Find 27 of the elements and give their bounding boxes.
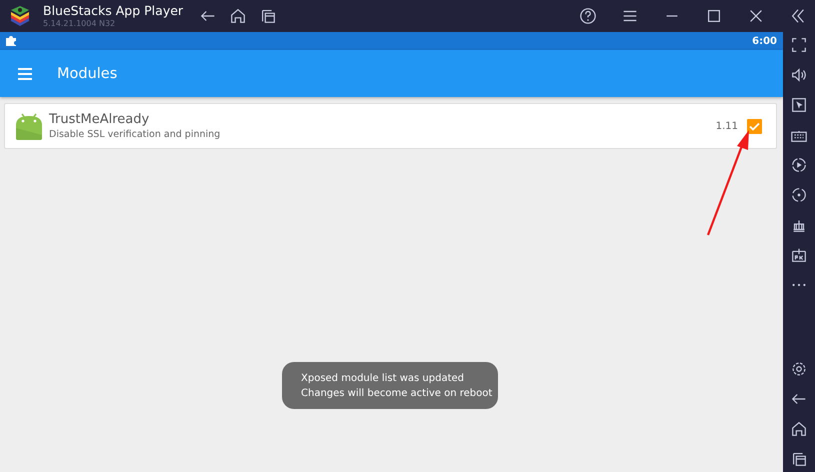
recent-apps-icon[interactable] <box>259 7 277 25</box>
checkbox[interactable] <box>747 118 762 134</box>
toast-message: Xposed module list was updated <box>301 372 466 386</box>
module-description: Disable SSL verification and pinning <box>49 128 222 141</box>
recent-apps-icon[interactable] <box>790 450 808 468</box>
pointer-icon[interactable] <box>790 96 808 114</box>
play-icon[interactable] <box>790 156 808 174</box>
apk-install-icon[interactable] <box>790 246 808 264</box>
window-title: BlueStacks App Player <box>43 3 184 18</box>
fullscreen-icon[interactable] <box>790 36 808 54</box>
maximize-icon[interactable] <box>705 7 723 25</box>
module-version: 1.11 <box>716 120 738 132</box>
app-bar-title: Modules <box>57 66 118 82</box>
version-label: 5.14.21.1004 N32 <box>43 18 116 29</box>
home-icon[interactable] <box>790 420 808 438</box>
settings-icon[interactable] <box>790 360 808 378</box>
module-name: TrustMeAlready <box>49 111 150 128</box>
rotate-icon[interactable] <box>790 186 808 204</box>
help-icon[interactable] <box>579 7 597 25</box>
home-icon[interactable] <box>229 7 247 25</box>
android-icon <box>14 111 44 141</box>
volume-icon[interactable] <box>790 66 808 84</box>
toast-message: Changes will become active on reboot <box>301 386 494 400</box>
app-logo-icon <box>8 4 32 28</box>
puzzle-icon <box>5 35 17 47</box>
module-card[interactable]: TrustMeAlready Disable SSL verification and pinning 1.11 <box>4 103 777 149</box>
status-time: 6:00 <box>752 36 777 46</box>
